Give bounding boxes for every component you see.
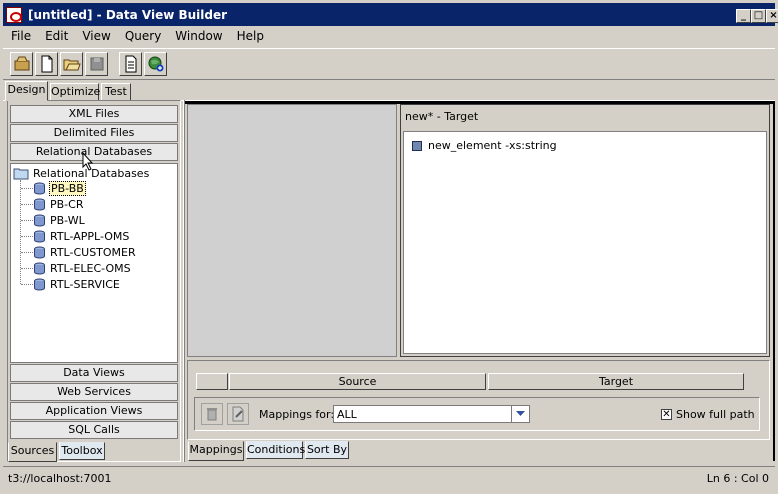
folder-icon — [13, 168, 29, 180]
database-icon — [34, 246, 45, 259]
menu-bar: File Edit View Query Window Help — [3, 26, 775, 46]
save-icon — [90, 57, 103, 71]
trash-icon — [207, 408, 217, 421]
category-application-views[interactable]: Application Views — [10, 402, 178, 420]
tree-item-label: RTL-CUSTOMER — [50, 246, 136, 259]
save-button[interactable] — [85, 52, 108, 76]
toolbar — [3, 48, 775, 80]
canvas-border-right — [773, 101, 775, 461]
new-file-button[interactable] — [35, 52, 58, 76]
globe-add-icon — [148, 56, 163, 72]
category-data-views[interactable]: Data Views — [10, 364, 178, 382]
app-icon — [6, 6, 22, 23]
splitter[interactable] — [183, 100, 185, 462]
edit-icon — [232, 406, 244, 422]
category-web-services[interactable]: Web Services — [10, 383, 178, 401]
show-full-path-checkbox[interactable]: ✕ — [661, 409, 672, 420]
database-icon — [34, 214, 45, 227]
database-icon — [34, 230, 45, 243]
target-element-label: new_element -xs:string — [428, 139, 557, 152]
tree-item-label: RTL-ELEC-OMS — [50, 262, 131, 275]
new-file-icon — [41, 55, 52, 73]
tree-item-label: RTL-APPL-OMS — [50, 230, 130, 243]
col-source[interactable]: Source — [229, 373, 486, 390]
chevron-down-icon — [516, 411, 525, 416]
database-icon — [34, 262, 45, 275]
tab-conditions[interactable]: Conditions — [246, 441, 305, 459]
tree-item-label: PB-WL — [50, 214, 85, 227]
category-xml-files[interactable]: XML Files — [10, 105, 178, 123]
mouse-cursor-icon — [82, 152, 94, 171]
sources-panel: XML Files Delimited Files Relational Dat… — [7, 100, 181, 462]
target-tree: new_element -xs:string — [403, 131, 767, 354]
title-bar: [untitled] - Data View Builder _ □ × — [0, 0, 778, 26]
tree-item[interactable]: RTL-CUSTOMER — [33, 245, 137, 260]
tree-item[interactable]: PB-BB — [33, 181, 86, 196]
open-folder-icon — [63, 59, 81, 71]
mappings-for-label: Mappings for: — [259, 408, 335, 421]
minimize-button[interactable]: _ — [736, 9, 751, 23]
menu-file[interactable]: File — [3, 29, 37, 43]
tree-item[interactable]: PB-WL — [33, 213, 86, 228]
document-button[interactable] — [119, 52, 142, 76]
database-icon — [34, 278, 45, 291]
database-icon — [34, 198, 45, 211]
tab-sources[interactable]: Sources — [8, 442, 57, 462]
menu-query[interactable]: Query — [117, 29, 167, 43]
database-tree: Relational Databases PB-BB PB-CR PB-WL R… — [10, 163, 178, 363]
database-icon — [34, 182, 45, 195]
tree-item[interactable]: RTL-SERVICE — [33, 277, 121, 292]
tree-item[interactable]: RTL-ELEC-OMS — [33, 261, 132, 276]
category-delimited-files[interactable]: Delimited Files — [10, 124, 178, 142]
element-icon — [412, 140, 422, 151]
delete-mapping-button[interactable] — [201, 403, 223, 425]
tab-test[interactable]: Test — [101, 83, 131, 101]
tree-item[interactable]: PB-CR — [33, 197, 84, 212]
tab-toolbox[interactable]: Toolbox — [59, 442, 105, 460]
tab-sort-by[interactable]: Sort By — [305, 441, 349, 459]
col-blank — [196, 373, 228, 390]
mappings-panel: Source Target Mappings for: ALL ✕ Show f… — [187, 360, 770, 440]
col-target[interactable]: Target — [488, 373, 744, 390]
status-connection: t3://localhost:7001 — [8, 472, 112, 485]
category-sql-calls[interactable]: SQL Calls — [10, 421, 178, 439]
show-full-path-label: Show full path — [676, 408, 755, 421]
mappings-for-value: ALL — [337, 408, 357, 421]
menu-view[interactable]: View — [74, 29, 116, 43]
mappings-for-select[interactable]: ALL — [333, 405, 530, 423]
target-panel: new* - Target new_element -xs:string — [400, 104, 770, 357]
globe-add-button[interactable] — [144, 52, 167, 76]
status-bar: t3://localhost:7001 Ln 6 : Col 0 — [3, 466, 775, 490]
target-element[interactable]: new_element -xs:string — [412, 139, 557, 152]
menu-edit[interactable]: Edit — [37, 29, 74, 43]
window-title: [untitled] - Data View Builder — [28, 7, 228, 22]
dropdown-button[interactable] — [511, 406, 529, 422]
close-button[interactable]: × — [766, 9, 778, 23]
tree-item-label: RTL-SERVICE — [50, 278, 120, 291]
tree-item-label: PB-CR — [50, 198, 84, 211]
tree-item[interactable]: RTL-APPL-OMS — [33, 229, 130, 244]
edit-mapping-button[interactable] — [227, 403, 249, 425]
tab-design[interactable]: Design — [5, 81, 48, 101]
tab-optimize[interactable]: Optimize — [50, 83, 100, 101]
mappings-toolbar: Mappings for: ALL ✕ Show full path — [194, 397, 760, 431]
open-folder-button[interactable] — [60, 52, 83, 76]
target-header: new* - Target — [405, 110, 479, 123]
workspace-icon — [14, 56, 29, 71]
tab-mappings[interactable]: Mappings — [188, 441, 244, 461]
category-relational-databases[interactable]: Relational Databases — [10, 143, 178, 161]
source-canvas[interactable] — [187, 104, 397, 357]
status-cursor-position: Ln 6 : Col 0 — [706, 472, 769, 485]
menu-help[interactable]: Help — [229, 29, 270, 43]
tree-item-label: PB-BB — [49, 181, 86, 196]
maximize-button[interactable]: □ — [751, 9, 766, 23]
workspace-button[interactable] — [10, 52, 33, 76]
document-icon — [125, 55, 136, 73]
menu-window[interactable]: Window — [167, 29, 228, 43]
